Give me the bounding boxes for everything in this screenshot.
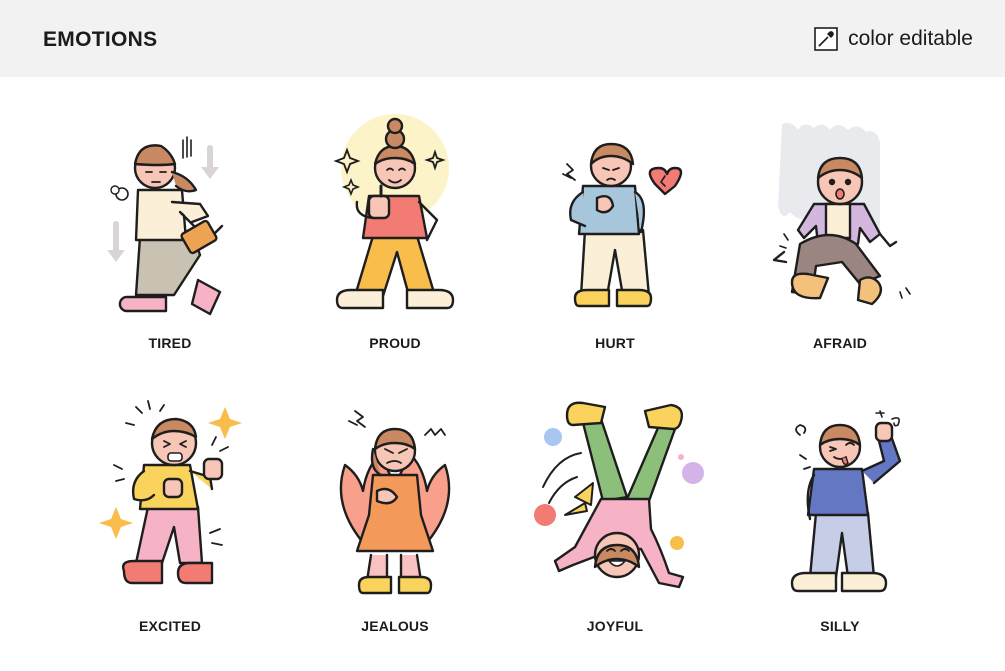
emotion-label: HURT [595,335,635,351]
emotion-card-proud: PROUD [285,112,505,362]
emotion-label: PROUD [369,335,421,351]
emotion-label: AFRAID [812,335,868,351]
badge-label: color editable [848,27,973,50]
tired-illustration [107,136,224,316]
emotion-card-jealous: JEALOUS [285,395,505,645]
emotion-card-tired: TIRED [60,112,280,362]
emotion-label: JEALOUS [361,618,429,634]
eyedropper-icon [814,27,838,51]
emotion-label: SILLY [820,618,860,634]
silly-illustration [790,410,902,593]
emotion-card-excited: EXCITED [60,395,280,645]
excited-illustration [99,400,242,585]
page-title: EMOTIONS [43,28,158,51]
emotion-label: TIRED [148,335,192,351]
emotion-card-joyful: JOYFUL [505,395,725,645]
emotion-label: EXCITED [138,618,202,634]
afraid-illustration [772,122,911,306]
emotion-card-silly: SILLY [730,395,950,645]
jealous-illustration [339,410,451,595]
joyful-illustration [534,401,704,589]
emotion-label: JOYFUL [586,618,644,634]
emotion-card-hurt: HURT [505,112,725,362]
header-bar: EMOTIONS color editable [0,0,1005,77]
color-editable-badge: color editable [814,27,973,51]
emotion-card-afraid: AFRAID [730,112,950,362]
proud-illustration [333,114,455,310]
hurt-illustration [562,142,683,308]
